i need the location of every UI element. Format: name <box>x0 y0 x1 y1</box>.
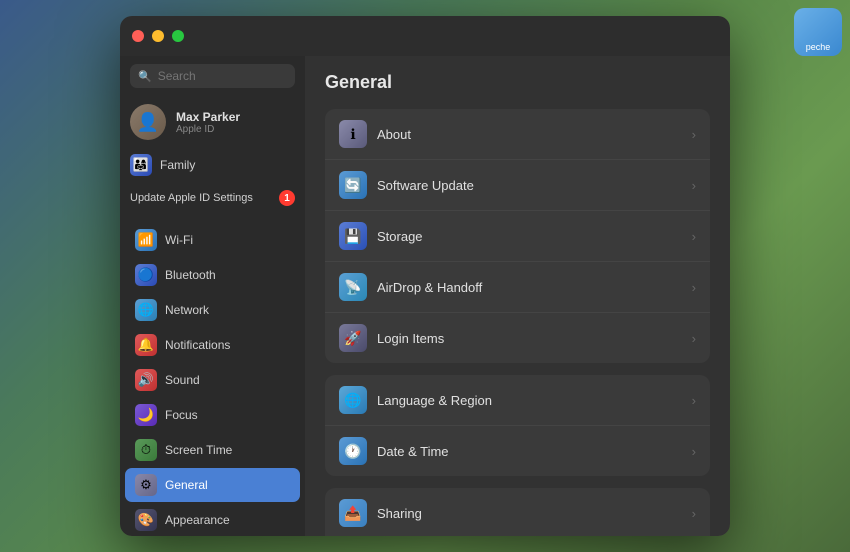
appearance-icon: 🎨 <box>135 509 157 531</box>
avatar: 👤 <box>130 104 166 140</box>
search-icon: 🔍 <box>138 70 152 83</box>
sidebar-item-appearance[interactable]: 🎨 Appearance <box>125 503 300 536</box>
settings-row-storage[interactable]: 💾 Storage› <box>325 211 710 262</box>
settings-row-login-items[interactable]: 🚀 Login Items› <box>325 313 710 363</box>
sidebar-item-label-sound: Sound <box>165 373 200 387</box>
network-icon: 🌐 <box>135 299 157 321</box>
search-bar[interactable]: 🔍 <box>130 64 295 88</box>
sharing-icon: 📤 <box>339 499 367 527</box>
chevron-icon-language: › <box>692 393 696 408</box>
sidebar-item-wifi[interactable]: 📶 Wi-Fi <box>125 223 300 257</box>
family-label: Family <box>160 158 195 172</box>
sidebar-item-label-bluetooth: Bluetooth <box>165 268 216 282</box>
sound-icon: 🔊 <box>135 369 157 391</box>
system-preferences-window: 🔍 👤 Max Parker Apple ID 👨‍👩‍👧 Family <box>120 16 730 536</box>
maximize-button[interactable] <box>172 30 184 42</box>
settings-row-sharing[interactable]: 📤 Sharing› <box>325 488 710 536</box>
software-update-icon: 🔄 <box>339 171 367 199</box>
main-content: General ℹAbout›🔄Software Update›💾Storage… <box>305 56 730 536</box>
sidebar-item-label-notifications: Notifications <box>165 338 230 352</box>
sidebar-item-screentime[interactable]: ⏱ Screen Time <box>125 433 300 467</box>
settings-row-label-login-items: Login Items <box>377 331 692 346</box>
settings-row-label-software-update: Software Update <box>377 178 692 193</box>
chevron-icon-about: › <box>692 127 696 142</box>
sidebar-item-label-network: Network <box>165 303 209 317</box>
update-notice-text: Update Apple ID Settings <box>130 192 273 204</box>
settings-groups: ℹAbout›🔄Software Update›💾Storage›📡AirDro… <box>325 109 710 536</box>
settings-row-language[interactable]: 🌐 Language & Region› <box>325 375 710 426</box>
focus-icon: 🌙 <box>135 404 157 426</box>
sidebar-item-network[interactable]: 🌐 Network <box>125 293 300 327</box>
airdrop-icon: 📡 <box>339 273 367 301</box>
user-name: Max Parker <box>176 110 240 124</box>
settings-row-label-about: About <box>377 127 692 142</box>
bluetooth-icon: 🔵 <box>135 264 157 286</box>
sidebar-item-label-appearance: Appearance <box>165 513 230 527</box>
sidebar-item-label-focus: Focus <box>165 408 198 422</box>
sidebar-item-label-general: General <box>165 478 208 492</box>
update-badge: 1 <box>279 190 295 206</box>
notifications-icon: 🔔 <box>135 334 157 356</box>
family-icon: 👨‍👩‍👧 <box>130 154 152 176</box>
sidebar: 🔍 👤 Max Parker Apple ID 👨‍👩‍👧 Family <box>120 56 305 536</box>
settings-group-group1: ℹAbout›🔄Software Update›💾Storage›📡AirDro… <box>325 109 710 363</box>
sidebar-item-sound[interactable]: 🔊 Sound <box>125 363 300 397</box>
close-button[interactable] <box>132 30 144 42</box>
login-items-icon: 🚀 <box>339 324 367 352</box>
sidebar-item-notifications[interactable]: 🔔 Notifications <box>125 328 300 362</box>
chevron-icon-storage: › <box>692 229 696 244</box>
chevron-icon-datetime: › <box>692 444 696 459</box>
chevron-icon-login-items: › <box>692 331 696 346</box>
screentime-icon: ⏱ <box>135 439 157 461</box>
wifi-icon: 📶 <box>135 229 157 251</box>
datetime-icon: 🕐 <box>339 437 367 465</box>
general-icon: ⚙ <box>135 474 157 496</box>
desktop-icon-label: peche <box>806 42 831 52</box>
chevron-icon-software-update: › <box>692 178 696 193</box>
storage-icon: 💾 <box>339 222 367 250</box>
search-input[interactable] <box>158 69 287 83</box>
page-title: General <box>325 72 710 93</box>
settings-group-group2: 🌐Language & Region›🕐Date & Time› <box>325 375 710 476</box>
settings-row-software-update[interactable]: 🔄 Software Update› <box>325 160 710 211</box>
settings-row-label-language: Language & Region <box>377 393 692 408</box>
language-icon: 🌐 <box>339 386 367 414</box>
avatar-icon: 👤 <box>137 112 159 133</box>
settings-row-datetime[interactable]: 🕐 Date & Time› <box>325 426 710 476</box>
sidebar-item-focus[interactable]: 🌙 Focus <box>125 398 300 432</box>
titlebar <box>120 16 730 56</box>
chevron-icon-airdrop: › <box>692 280 696 295</box>
sidebar-item-label-wifi: Wi-Fi <box>165 233 193 247</box>
settings-row-airdrop[interactable]: 📡 AirDrop & Handoff› <box>325 262 710 313</box>
sidebar-item-bluetooth[interactable]: 🔵 Bluetooth <box>125 258 300 292</box>
settings-row-label-datetime: Date & Time <box>377 444 692 459</box>
sidebar-item-general[interactable]: ⚙ General <box>125 468 300 502</box>
minimize-button[interactable] <box>152 30 164 42</box>
settings-row-label-storage: Storage <box>377 229 692 244</box>
sidebar-item-family[interactable]: 👨‍👩‍👧 Family <box>120 148 305 182</box>
settings-row-label-airdrop: AirDrop & Handoff <box>377 280 692 295</box>
user-info: Max Parker Apple ID <box>176 110 240 135</box>
user-profile[interactable]: 👤 Max Parker Apple ID <box>120 96 305 148</box>
sidebar-item-label-screentime: Screen Time <box>165 443 232 457</box>
about-icon: ℹ <box>339 120 367 148</box>
chevron-icon-sharing: › <box>692 506 696 521</box>
settings-row-about[interactable]: ℹ About› <box>325 109 710 160</box>
settings-row-label-sharing: Sharing <box>377 506 692 521</box>
window-body: 🔍 👤 Max Parker Apple ID 👨‍👩‍👧 Family <box>120 56 730 536</box>
user-subtitle: Apple ID <box>176 124 240 135</box>
update-apple-id-notice[interactable]: Update Apple ID Settings 1 <box>120 182 305 214</box>
settings-group-group3: 📤Sharing›🕰Time Machine›🔃Transfer or Rese… <box>325 488 710 536</box>
sidebar-items: 📶 Wi-Fi 🔵 Bluetooth 🌐 Network 🔔 Notifications 🔊 S… <box>120 222 305 536</box>
desktop-icon[interactable]: peche <box>794 8 842 56</box>
